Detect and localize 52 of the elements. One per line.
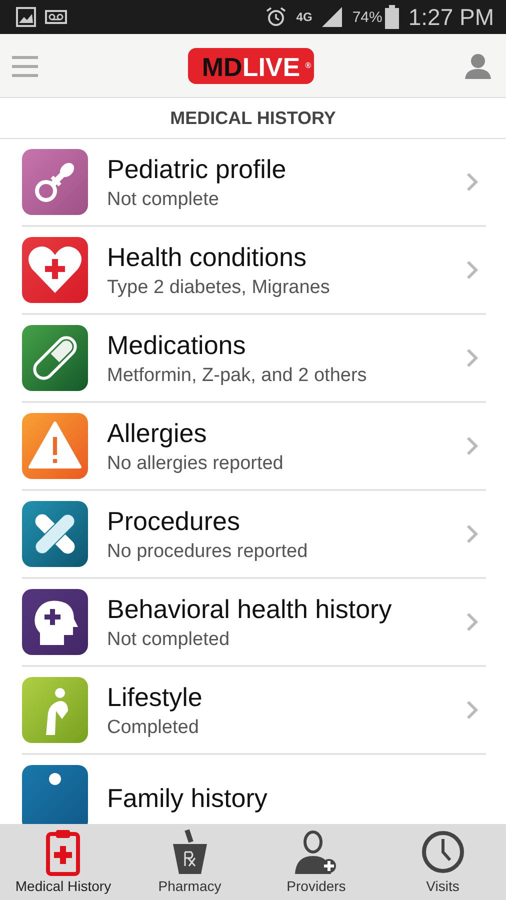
item-subtitle: Metformin, Z-pak, and 2 others	[107, 364, 368, 386]
bandage-icon	[22, 501, 88, 567]
tab[interactable]: Visits	[380, 824, 506, 900]
chevron-icon	[466, 260, 478, 280]
chevron-icon	[466, 172, 478, 192]
clock-time: 1:27 PM	[408, 4, 494, 30]
stretching-figure-icon	[22, 677, 88, 743]
page-title: MEDICAL HISTORY	[0, 98, 506, 139]
battery-icon	[385, 5, 400, 29]
item-subtitle: Not completed	[107, 628, 231, 650]
alarm-icon	[265, 6, 288, 28]
list-item[interactable]: Allergies No allergies reported	[22, 403, 486, 491]
list-item[interactable]: Pediatric profile Not complete	[22, 139, 486, 227]
profile-icon[interactable]	[464, 52, 492, 80]
list-item[interactable]: Procedures No procedures reported	[22, 491, 486, 579]
item-title: Behavioral health history	[107, 594, 393, 624]
chevron-icon	[466, 700, 478, 720]
tab[interactable]: Pharmacy	[126, 824, 253, 900]
gallery-icon	[16, 7, 36, 27]
list-item[interactable]: Lifestyle Completed	[22, 667, 486, 755]
item-subtitle: Type 2 diabetes, Migranes	[107, 276, 331, 298]
pill-icon	[22, 325, 88, 391]
item-subtitle: Not complete	[107, 188, 220, 210]
item-title: Family history	[107, 782, 268, 814]
pacifier-icon	[22, 149, 88, 215]
item-title: Allergies	[107, 418, 208, 448]
item-subtitle: Completed	[107, 716, 200, 738]
warning-icon	[22, 413, 88, 479]
list-item[interactable]: Health conditions Type 2 diabetes, Migranes	[22, 227, 486, 315]
logo: MDLIVE $^{®}$	[188, 48, 314, 84]
item-title: Health conditions	[107, 242, 308, 272]
network-label: 4G	[296, 10, 312, 24]
chevron-icon	[466, 436, 478, 456]
item-subtitle: No procedures reported	[107, 540, 309, 562]
chevron-icon	[466, 612, 478, 632]
item-subtitle: No allergies reported	[107, 452, 284, 474]
clock-icon	[420, 828, 466, 876]
signal-icon	[321, 6, 344, 28]
list-item[interactable]: Behavioral health history Not completed	[22, 579, 486, 667]
item-title: Medications	[107, 330, 247, 360]
item-title: Pediatric profile	[107, 154, 288, 184]
item-title: Lifestyle	[107, 682, 204, 712]
voicemail-icon	[45, 10, 67, 24]
tab[interactable]: Providers	[253, 824, 380, 900]
battery-percent: 74%	[352, 8, 382, 26]
head-icon	[22, 589, 88, 655]
chevron-icon	[466, 524, 478, 544]
chevron-icon	[466, 348, 478, 368]
tab[interactable]: Medical History	[0, 824, 126, 900]
menu-icon[interactable]	[12, 54, 38, 78]
item-title: Procedures	[107, 506, 241, 536]
list-item[interactable]: Medications Metformin, Z-pak, and 2 others	[22, 315, 486, 403]
